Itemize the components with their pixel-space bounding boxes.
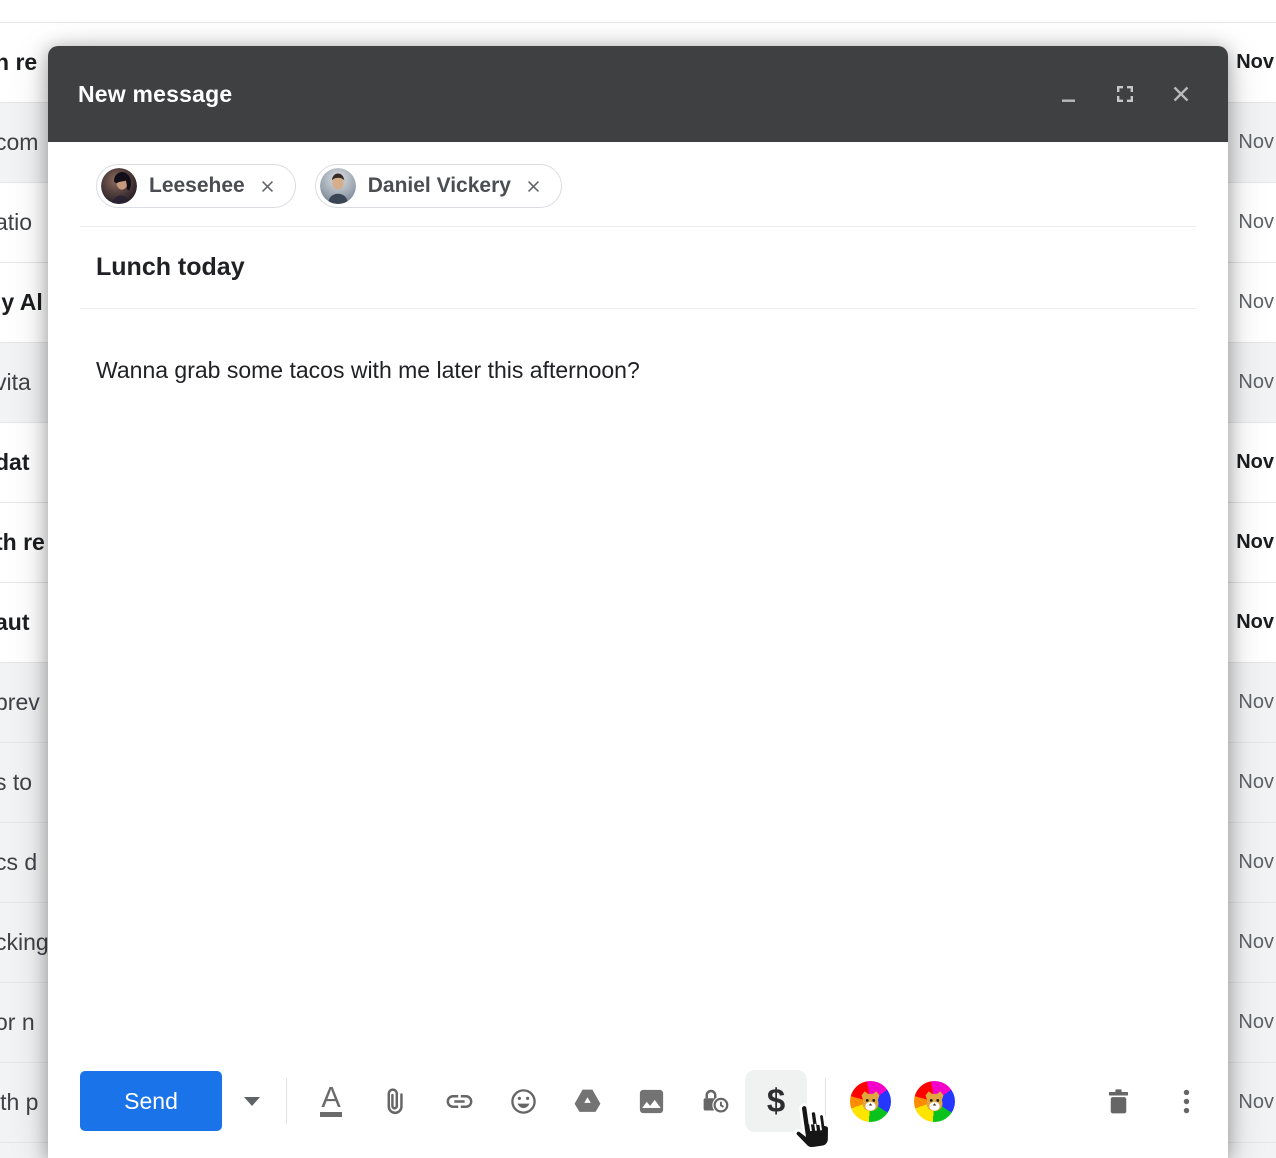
email-row-text: cs d [0, 849, 37, 876]
email-row-text: s to [0, 769, 32, 796]
recipient-chip[interactable]: Leesehee [96, 164, 296, 208]
gmail-screen: h reNov comNov atioNov ly AlNov vitaNov … [0, 0, 1276, 1158]
email-row-date: Nov [1238, 291, 1274, 314]
insert-emoji-icon[interactable] [501, 1079, 545, 1123]
email-row-date: Nov [1238, 771, 1274, 794]
email-row-text: ly Al [0, 289, 43, 316]
email-row-date: Nov [1238, 1091, 1274, 1114]
email-row-date: Nov [1236, 451, 1274, 474]
email-row-text: com [0, 129, 38, 156]
remove-recipient-icon[interactable] [523, 175, 545, 197]
avatar [101, 168, 137, 204]
send-options-caret-icon[interactable] [230, 1079, 274, 1123]
confidential-mode-icon[interactable] [693, 1079, 737, 1123]
send-button[interactable]: Send [80, 1071, 222, 1131]
fullscreen-icon[interactable] [1108, 77, 1142, 111]
attach-file-icon[interactable] [373, 1079, 417, 1123]
email-row-date: Nov [1238, 371, 1274, 394]
email-row-text: atio [0, 209, 32, 236]
email-row-text: aut [0, 609, 30, 636]
email-row-date: Nov [1238, 691, 1274, 714]
email-row-text: th re [0, 529, 45, 556]
divider [825, 1078, 826, 1124]
email-row-date: Nov [1238, 851, 1274, 874]
recipient-name: Leesehee [149, 174, 245, 198]
email-row-date: Nov [1238, 131, 1274, 154]
email-row-text: dat [0, 449, 30, 476]
recipient-name: Daniel Vickery [368, 174, 511, 198]
discard-draft-icon[interactable] [1096, 1079, 1140, 1123]
minimize-icon[interactable] [1052, 77, 1086, 111]
request-money-icon[interactable]: $ [745, 1070, 807, 1132]
subject-text: Lunch today [96, 253, 245, 281]
recipient-chip[interactable]: Daniel Vickery [315, 164, 562, 208]
email-row-date: Nov [1236, 531, 1274, 554]
message-body-text: Wanna grab some tacos with me later this… [96, 355, 1168, 385]
recipients-field[interactable]: Leesehee Daniel [48, 142, 1228, 226]
insert-link-icon[interactable] [437, 1079, 481, 1123]
message-body-field[interactable]: Wanna grab some tacos with me later this… [48, 309, 1228, 385]
insert-photo-icon[interactable] [629, 1079, 673, 1123]
email-row-text: ith p [0, 1089, 38, 1116]
email-row-date: Nov [1236, 611, 1274, 634]
email-row-text: h re [0, 49, 37, 76]
formatting-options-icon[interactable]: A [309, 1079, 353, 1123]
email-row-text: prev [0, 689, 40, 716]
email-row-date: Nov [1238, 1011, 1274, 1034]
compose-title: New message [78, 81, 232, 108]
more-options-icon[interactable] [1164, 1079, 1208, 1123]
compose-header[interactable]: New message [48, 46, 1228, 142]
email-row-date: Nov [1238, 211, 1274, 234]
extension-dog-icon[interactable] [848, 1079, 892, 1123]
email-row-date: Nov [1238, 931, 1274, 954]
avatar [320, 168, 356, 204]
subject-field[interactable]: Lunch today [48, 227, 1228, 308]
close-icon[interactable] [1164, 77, 1198, 111]
remove-recipient-icon[interactable] [257, 175, 279, 197]
email-row-text: vita [0, 369, 31, 396]
compose-toolbar: Send A [80, 1070, 1208, 1132]
compose-dialog: New message [48, 46, 1228, 1158]
extension-dog-icon[interactable] [912, 1079, 956, 1123]
google-drive-icon[interactable] [565, 1079, 609, 1123]
email-row-text: cking [0, 929, 49, 956]
email-row-date: Nov [1236, 51, 1274, 74]
email-row-text: or n [0, 1009, 35, 1036]
divider [286, 1078, 287, 1124]
